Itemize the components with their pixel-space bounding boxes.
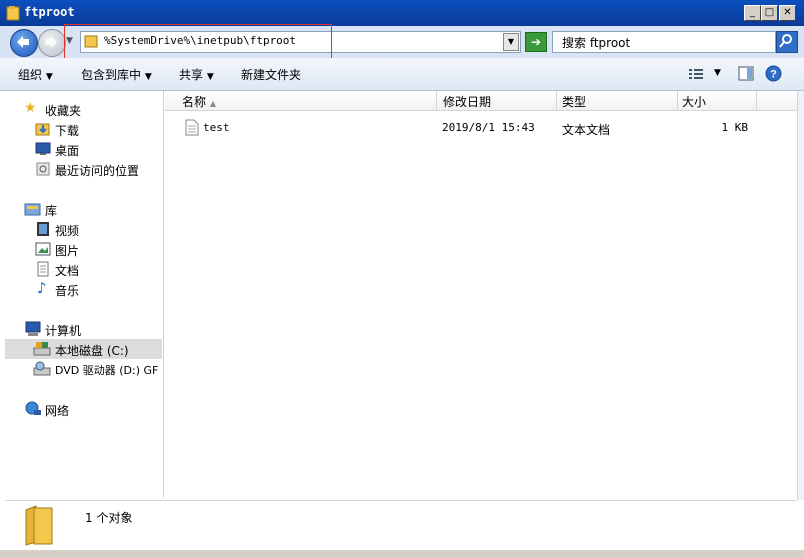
sidebar-favorites[interactable]: 收藏夹 [45, 102, 81, 119]
download-folder-icon [35, 123, 50, 136]
new-folder-button[interactable]: 新建文件夹 [241, 66, 301, 83]
large-folder-icon [25, 505, 53, 546]
share-menu[interactable]: 共享 ▼ [179, 66, 214, 83]
libraries-icon [24, 203, 41, 216]
magnifier-icon [779, 34, 792, 48]
address-dropdown-button[interactable]: ▼ [503, 33, 519, 51]
navigation-pane [5, 91, 164, 498]
pictures-icon [35, 242, 51, 256]
column-header-name[interactable]: 名称 ▲ [182, 93, 216, 110]
text-file-icon [185, 119, 199, 136]
highlight-box [64, 24, 332, 60]
sidebar-item-documents[interactable]: 文档 [55, 262, 79, 279]
share-label: 共享 [179, 68, 204, 82]
documents-icon [37, 261, 49, 277]
sidebar-item-music[interactable]: 音乐 [55, 282, 79, 299]
include-in-library-menu[interactable]: 包含到库中 ▼ [81, 66, 152, 83]
computer-icon [25, 321, 41, 336]
star-icon: ★ [24, 100, 37, 116]
music-icon: ♪ [37, 279, 47, 297]
chevron-down-icon: ▼ [45, 72, 53, 82]
sidebar-item-recent-places[interactable]: 最近访问的位置 [55, 162, 139, 179]
vertical-scrollbar[interactable] [797, 91, 804, 500]
network-icon [25, 401, 41, 415]
column-divider[interactable] [756, 91, 757, 110]
sidebar-item-videos[interactable]: 视频 [55, 222, 79, 239]
column-header-modified[interactable]: 修改日期 [443, 93, 491, 110]
sidebar-item-dvd-drive[interactable]: DVD 驱动器 (D:) GF [55, 362, 162, 378]
file-name[interactable]: test [203, 121, 230, 134]
column-divider[interactable] [677, 91, 678, 110]
sidebar-computer[interactable]: 计算机 [45, 322, 81, 339]
file-modified: 2019/8/1 15:43 [442, 121, 535, 134]
desktop-icon [35, 142, 51, 155]
organize-label: 组织 [18, 68, 43, 82]
sidebar-network[interactable]: 网络 [45, 402, 69, 419]
sidebar-libraries[interactable]: 库 [45, 202, 57, 219]
recent-places-icon [36, 162, 50, 176]
sidebar-item-downloads[interactable]: 下载 [55, 122, 79, 139]
include-in-library-label: 包含到库中 [81, 68, 142, 82]
column-header-size[interactable]: 大小 [682, 93, 706, 110]
maximize-button[interactable]: □ [761, 5, 778, 21]
file-size: 1 KB [721, 121, 749, 134]
back-arrow-icon [17, 36, 29, 48]
sidebar-item-local-disk[interactable]: 本地磁盘 (C:) [55, 342, 129, 359]
view-options-icon[interactable] [688, 67, 704, 81]
column-header-type[interactable]: 类型 [562, 93, 586, 110]
column-header-name-label: 名称 [182, 95, 207, 109]
column-divider[interactable] [436, 91, 437, 110]
column-divider[interactable] [556, 91, 557, 110]
minimize-button[interactable]: _ [744, 5, 761, 21]
chevron-down-icon[interactable]: ▼ [714, 68, 721, 78]
sidebar-item-desktop[interactable]: 桌面 [55, 142, 79, 159]
folder-icon [6, 6, 20, 21]
sidebar-item-pictures[interactable]: 图片 [55, 242, 79, 259]
item-count: 1 个对象 [85, 511, 133, 525]
close-button[interactable]: ✕ [779, 5, 796, 21]
svg-text:?: ? [770, 69, 777, 81]
window-title: ftproot [24, 5, 75, 19]
forward-arrow-icon [45, 36, 57, 48]
preview-pane-icon[interactable] [738, 66, 754, 81]
window-bottom-border [0, 550, 804, 558]
video-icon [37, 222, 49, 236]
sort-ascending-icon: ▲ [209, 99, 216, 108]
search-placeholder: 搜索 ftproot [562, 36, 631, 50]
chevron-down-icon: ▼ [206, 72, 214, 82]
file-type: 文本文档 [562, 123, 611, 137]
dvd-drive-icon [33, 361, 51, 376]
organize-menu[interactable]: 组织 ▼ [18, 66, 53, 83]
chevron-down-icon: ▼ [144, 72, 152, 82]
go-button[interactable]: ➔ [525, 32, 547, 52]
help-icon[interactable]: ? [765, 65, 782, 82]
title-bar[interactable] [0, 0, 804, 26]
local-disk-icon [33, 342, 51, 356]
